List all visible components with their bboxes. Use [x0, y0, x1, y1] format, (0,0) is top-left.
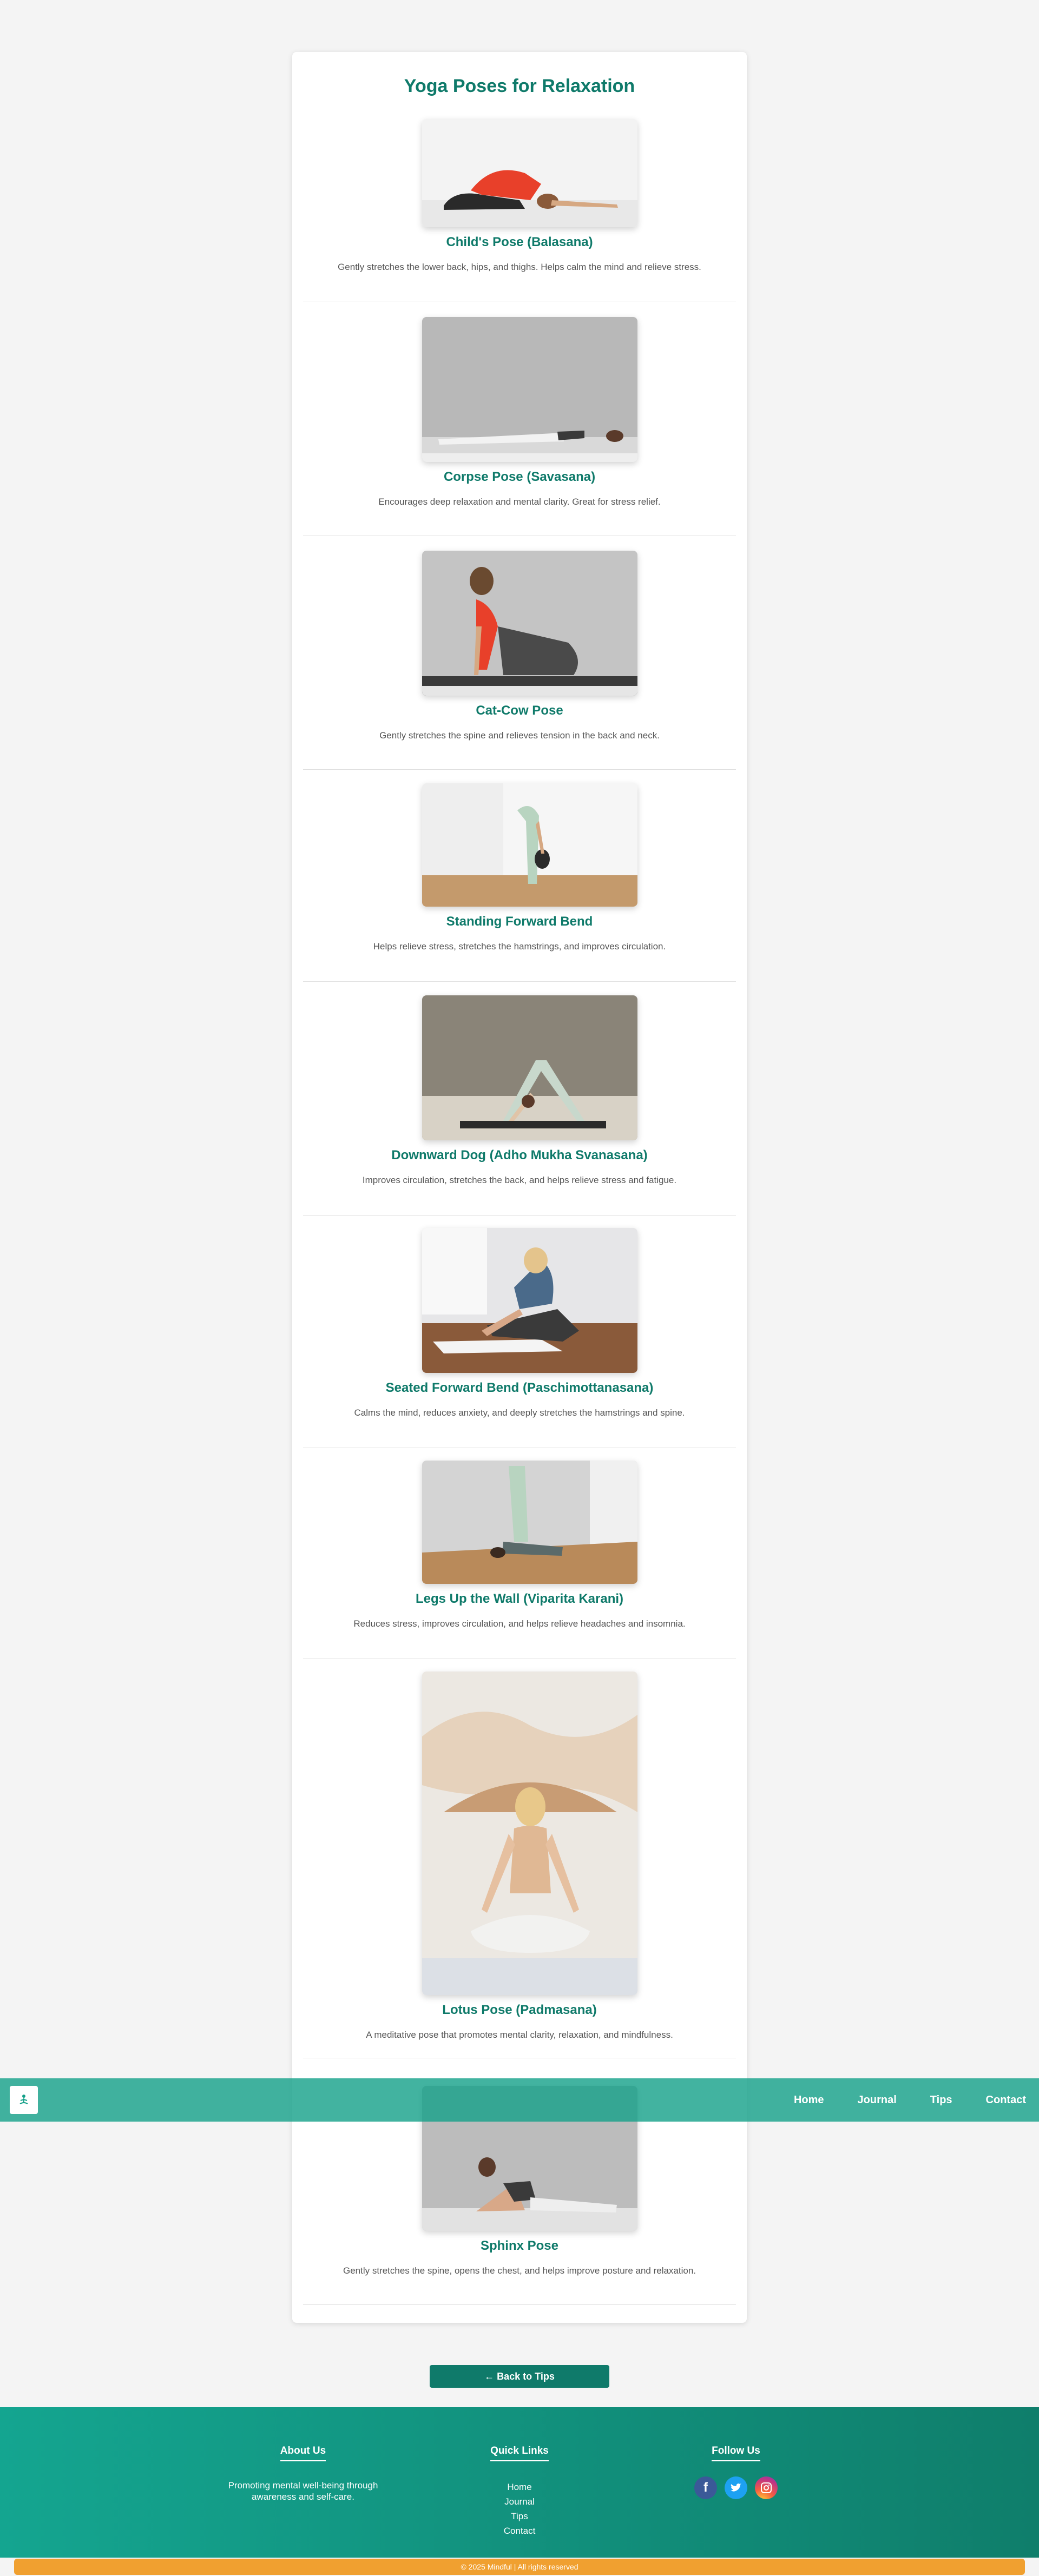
pose-image [422, 551, 637, 696]
footer-link-contact[interactable]: Contact [406, 2524, 633, 2538]
nav-journal-link[interactable]: Journal [858, 2094, 897, 2106]
poses-card: Yoga Poses for Relaxation Child's Pose (… [292, 52, 747, 2323]
nav-links: Home Journal Tips Contact [794, 2078, 1026, 2122]
social-icons: f [622, 2476, 850, 2499]
footer-link-tips[interactable]: Tips [406, 2509, 633, 2524]
pose-description: Helps relieve stress, stretches the hams… [373, 941, 666, 952]
pose-title: Cat-Cow Pose [476, 703, 563, 718]
pose-image [422, 1228, 637, 1373]
pose-title: Seated Forward Bend (Paschimottanasana) [385, 1381, 654, 1395]
pose-description: Gently stretches the spine and relieves … [379, 730, 660, 741]
copyright-bar: © 2025 Mindful | All rights reserved [14, 2559, 1025, 2575]
pose-card: Cat-Cow Pose Gently stretches the spine … [303, 551, 736, 770]
pose-title: Corpse Pose (Savasana) [443, 470, 596, 484]
footer-quick-title: Quick Links [490, 2445, 549, 2461]
pose-title: Legs Up the Wall (Viparita Karani) [415, 1591, 624, 1606]
pose-title: Lotus Pose (Padmasana) [442, 2003, 597, 2017]
pose-title: Sphinx Pose [480, 2238, 559, 2253]
facebook-icon[interactable]: f [694, 2476, 717, 2499]
footer-link-home[interactable]: Home [406, 2480, 633, 2494]
pose-card: Seated Forward Bend (Paschimottanasana) … [303, 1228, 736, 1448]
pose-description: Gently stretches the lower back, hips, a… [338, 262, 701, 272]
pose-image [422, 317, 637, 462]
pose-description: A meditative pose that promotes mental c… [366, 2030, 673, 2040]
pose-image [422, 119, 637, 227]
footer-about: About Us Promoting mental well-being thr… [189, 2445, 417, 2502]
pose-card: Corpse Pose (Savasana) Encourages deep r… [303, 317, 736, 536]
nav-contact-link[interactable]: Contact [986, 2094, 1026, 2106]
navbar: Home Journal Tips Contact [0, 2078, 1039, 2122]
footer-quick-links: Quick Links Home Journal Tips Contact [406, 2445, 633, 2538]
pose-card: Child's Pose (Balasana) Gently stretches… [303, 119, 736, 301]
pose-description: Reduces stress, improves circulation, an… [353, 1619, 686, 1629]
pose-description: Gently stretches the spine, opens the ch… [343, 2265, 696, 2276]
pose-card: Lotus Pose (Padmasana) A meditative pose… [303, 1672, 736, 2058]
footer: About Us Promoting mental well-being thr… [0, 2407, 1039, 2558]
pose-title: Downward Dog (Adho Mukha Svanasana) [391, 1148, 648, 1162]
back-to-tips-button[interactable]: ← Back to Tips [430, 2365, 609, 2388]
footer-link-journal[interactable]: Journal [406, 2494, 633, 2509]
page-title: Yoga Poses for Relaxation [404, 76, 635, 96]
logo[interactable] [10, 2086, 38, 2114]
pose-description: Encourages deep relaxation and mental cl… [378, 497, 661, 507]
pose-image [422, 1672, 637, 1995]
footer-about-text: Promoting mental well-being through awar… [228, 2480, 378, 2502]
pose-title: Standing Forward Bend [446, 914, 593, 929]
pose-description: Calms the mind, reduces anxiety, and dee… [354, 1408, 685, 1418]
pose-card: Downward Dog (Adho Mukha Svanasana) Impr… [303, 995, 736, 1216]
meditation-logo-icon [19, 2095, 28, 2104]
pose-image [422, 783, 637, 907]
pose-card: Legs Up the Wall (Viparita Karani) Reduc… [303, 1461, 736, 1659]
pose-image [422, 1461, 637, 1584]
footer-follow-title: Follow Us [712, 2445, 760, 2461]
pose-image [422, 995, 637, 1140]
footer-about-title: About Us [280, 2445, 326, 2461]
nav-tips-link[interactable]: Tips [930, 2094, 952, 2106]
pose-title: Child's Pose (Balasana) [446, 235, 593, 249]
instagram-icon[interactable] [755, 2476, 778, 2499]
pose-description: Improves circulation, stretches the back… [362, 1175, 677, 1185]
nav-home-link[interactable]: Home [794, 2094, 824, 2106]
pose-card: Standing Forward Bend Helps relieve stre… [303, 783, 736, 982]
footer-follow: Follow Us f [622, 2445, 850, 2499]
twitter-icon[interactable] [725, 2476, 747, 2499]
